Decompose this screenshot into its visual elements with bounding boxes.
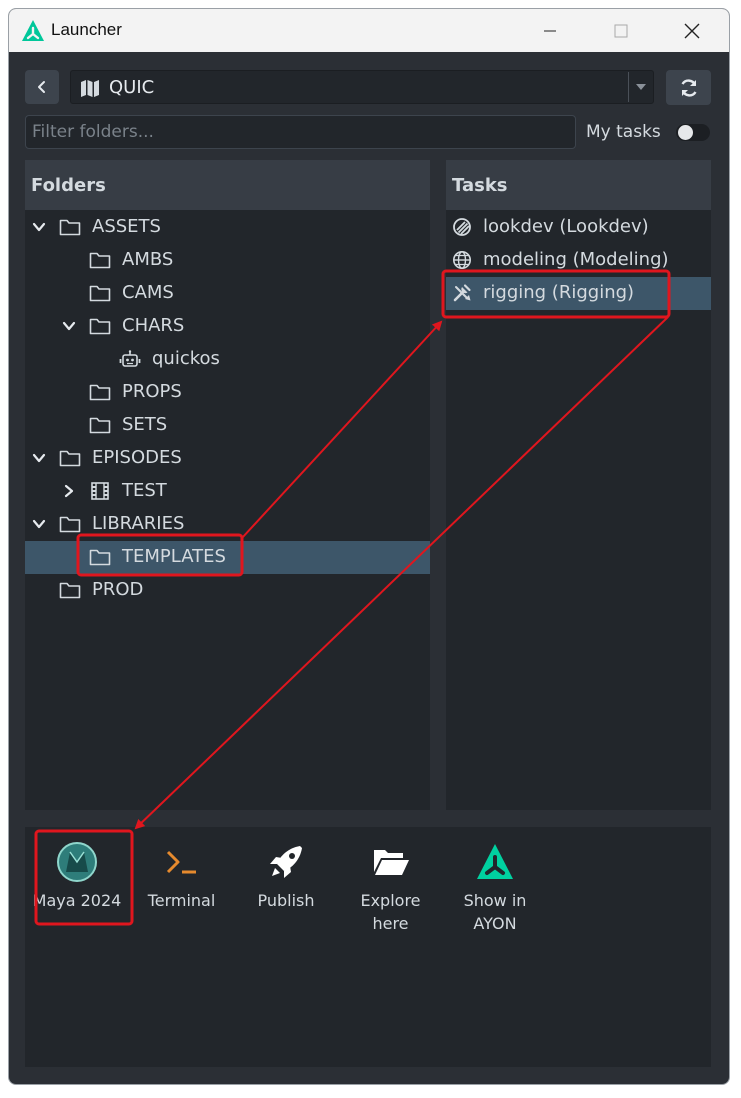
my-tasks-label: My tasks [586,122,661,142]
tasks-panel: Tasks lookdev (Lookdev) modeling (Modelin… [446,160,711,810]
launcher-window: Launcher QUIC Filter folders... My tasks… [8,8,730,1085]
folder-tree-item-label: EPISODES [92,447,182,468]
folder-icon [59,450,81,467]
folder-tree-item-label: SETS [122,414,168,435]
minimize-icon [544,30,556,31]
folder-tree-item-label: AMBS [122,249,174,270]
folder-tree-item-label: TEST [122,480,167,501]
action-label: Publish [257,891,315,910]
robot-icon [119,350,141,367]
action-label: Show in AYON [463,891,527,933]
task-item[interactable]: modeling (Modeling) [446,244,711,277]
folder-open-icon [373,850,409,875]
actions-panel: Maya 2024 Terminal Publish Explore here Show… [25,827,711,1067]
folder-icon [89,318,111,335]
globe-icon [453,251,471,269]
folder-tree-item[interactable]: TEST [25,475,430,508]
terminal-icon [166,850,196,874]
folder-tree-item-label: ASSETS [92,216,161,237]
folder-tree-item[interactable]: AMBS [25,244,430,277]
project-select-value: QUIC [109,77,155,98]
folder-tree-item[interactable]: EPISODES [25,442,430,475]
folder-tree-item[interactable]: TEMPLATES [25,541,430,574]
folder-tree-item[interactable]: PROPS [25,376,430,409]
action-label: Explore here [360,891,421,933]
project-select-divider [628,72,629,102]
folder-icon [89,285,111,302]
title-bar: Launcher [9,9,729,52]
folder-tree-item[interactable]: LIBRARIES [25,508,430,541]
folder-tree-item[interactable]: SETS [25,409,430,442]
refresh-icon [680,78,697,97]
folder-tree-item-label: CHARS [122,315,185,336]
folder-icon [89,252,111,269]
close-icon [684,23,700,38]
map-icon [81,80,99,97]
maximize-button[interactable] [598,9,644,52]
chevron-right-icon[interactable] [62,484,76,498]
tasks-header: Tasks [446,160,711,210]
folders-panel: Folders ASSETS AMBS CAMS CHARS quickos PROPS S… [25,160,430,810]
folder-icon [59,219,81,236]
chevron-down-icon[interactable] [32,517,46,531]
folders-header: Folders [25,160,430,210]
rocket-icon [270,846,302,878]
filter-folders-input[interactable] [25,115,576,149]
close-button[interactable] [669,9,715,52]
chevron-left-icon [38,81,45,93]
caret-down-icon[interactable] [635,83,647,91]
folder-tree-item[interactable]: PROD [25,574,430,607]
maya-icon [57,842,97,882]
folder-tree-item-label: PROD [92,579,144,600]
maximize-icon [614,24,628,37]
task-item[interactable]: lookdev (Lookdev) [446,211,711,244]
folder-tree-item-label: LIBRARIES [92,513,185,534]
task-item-label: modeling (Modeling) [483,249,669,270]
folder-tree-item-label: CAMS [122,282,174,303]
folder-icon [59,582,81,599]
folder-icon [89,549,111,566]
folder-icon [89,417,111,434]
my-tasks-toggle-knob [678,125,693,140]
action-label: Terminal [147,891,216,910]
folder-tree-item[interactable]: ASSETS [25,211,430,244]
folder-icon [89,384,111,401]
chevron-down-icon[interactable] [32,220,46,234]
ayon-logo-icon [22,20,44,41]
folder-tree-item-label: PROPS [122,381,182,402]
folder-tree-item-label: quickos [152,348,220,369]
task-item-label: lookdev (Lookdev) [483,216,649,237]
folder-tree-item[interactable]: CAMS [25,277,430,310]
minimize-button[interactable] [527,9,573,52]
task-item-label: rigging (Rigging) [483,282,635,303]
my-tasks-toggle[interactable] [676,124,710,141]
chevron-down-icon[interactable] [32,451,46,465]
project-select[interactable]: QUIC [70,70,654,104]
action-label: Maya 2024 [32,891,122,910]
task-item[interactable]: rigging (Rigging) [446,277,711,310]
lookdev-icon [453,218,471,236]
launcher-content: QUIC My tasks Folders ASSETS AMBS CAMS CHAR… [9,52,729,1084]
film-icon [91,482,109,500]
chevron-down-icon[interactable] [62,319,76,333]
folder-icon [59,516,81,533]
ayon-icon [477,844,513,879]
window-title: Launcher [51,20,122,39]
back-button[interactable] [25,70,59,104]
folder-tree-item-label: TEMPLATES [122,546,226,567]
folder-tree-item[interactable]: quickos [25,343,430,376]
tools-icon [453,284,471,302]
refresh-button[interactable] [666,70,711,105]
folder-tree-item[interactable]: CHARS [25,310,430,343]
